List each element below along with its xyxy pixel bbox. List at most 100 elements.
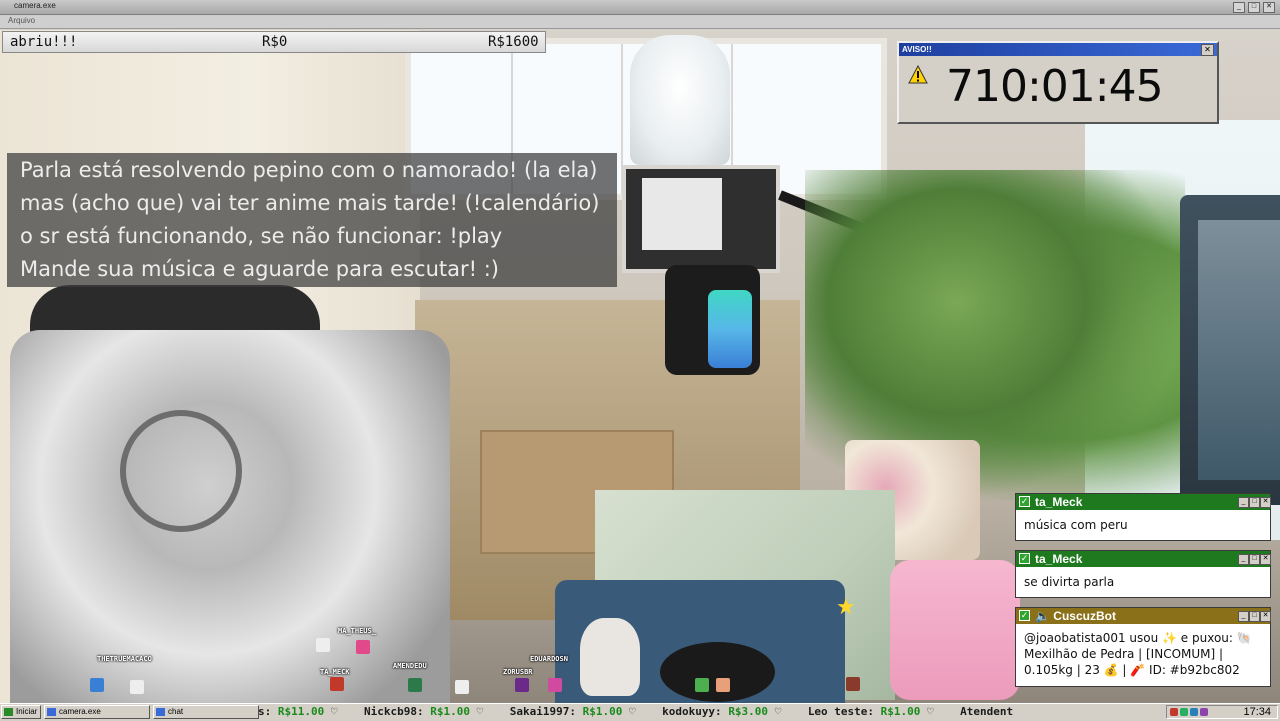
armchair-sun-pattern bbox=[120, 410, 242, 532]
avatar-name: TA_MECK bbox=[320, 668, 350, 676]
start-label: Iniciar bbox=[16, 707, 38, 716]
cat-figure bbox=[580, 618, 640, 696]
taskbar-app-label: chat bbox=[168, 707, 184, 716]
heart-icon: ♡ bbox=[774, 705, 782, 718]
avatar bbox=[330, 677, 344, 691]
chat-minimize-button[interactable]: _ bbox=[1238, 497, 1249, 508]
chat-username: ta_Meck bbox=[1035, 495, 1083, 509]
chat-message-header: ✓ 🔈 CuscuzBot _ □ ✕ bbox=[1016, 608, 1271, 624]
chat-message-header: ✓ ta_Meck _ □ ✕ bbox=[1016, 551, 1271, 567]
app-icon bbox=[156, 708, 165, 716]
chat-message-text: @joaobatista001 usou ✨ e puxou: 🐚 Mexilh… bbox=[1024, 631, 1252, 677]
windows-icon bbox=[4, 708, 13, 716]
avatar bbox=[716, 678, 730, 692]
ticker-item: Atendent bbox=[960, 705, 1014, 718]
chat-maximize-button[interactable]: □ bbox=[1249, 554, 1260, 565]
chat-close-button[interactable]: ✕ bbox=[1260, 554, 1271, 565]
tray-icon[interactable] bbox=[1200, 708, 1208, 716]
mouse bbox=[660, 642, 775, 702]
window-titlebar: camera.exe _ □ ✕ bbox=[0, 0, 1280, 15]
donation-ticker: s: R$11.00 ♡ Nickcb98: R$1.00 ♡ Sakai199… bbox=[258, 705, 1164, 719]
aviso-title: AVISO!! bbox=[902, 45, 932, 54]
app-icon bbox=[47, 708, 56, 716]
tray-icon[interactable] bbox=[1190, 708, 1198, 716]
tv-screen bbox=[642, 178, 722, 250]
clock: 17:34 bbox=[1243, 706, 1271, 718]
microphone-light bbox=[708, 290, 752, 368]
taskbar-app-camera[interactable]: camera.exe bbox=[44, 705, 150, 719]
goal-label: abriu!!! bbox=[10, 34, 78, 50]
taskbar-app-label: camera.exe bbox=[59, 707, 101, 716]
warning-icon bbox=[908, 65, 928, 84]
chat-message-text: música com peru bbox=[1024, 518, 1128, 532]
bot-name: CuscuzBot bbox=[1053, 609, 1116, 623]
stream-notice: Parla está resolvendo pepino com o namor… bbox=[7, 153, 617, 287]
chat-close-button[interactable]: ✕ bbox=[1260, 611, 1271, 622]
countdown-timer: 710:01:45 bbox=[946, 61, 1164, 112]
check-icon: ✓ bbox=[1019, 496, 1030, 507]
chat-maximize-button[interactable]: □ bbox=[1249, 611, 1260, 622]
speaker-icon: 🔈 bbox=[1035, 609, 1054, 623]
monitor-screen bbox=[1198, 220, 1280, 480]
donation-goal-bar: abriu!!! R$0 R$1600 bbox=[2, 31, 546, 53]
pink-bottle bbox=[890, 560, 1020, 700]
menubar: Arquivo bbox=[0, 15, 1280, 29]
ticker-item: Sakai1997: R$1.00 ♡ bbox=[509, 705, 636, 718]
system-tray: 17:34 bbox=[1166, 705, 1278, 719]
window-title: camera.exe bbox=[14, 1, 56, 10]
ticker-item: Nickcb98: R$1.00 ♡ bbox=[363, 705, 484, 718]
chat-minimize-button[interactable]: _ bbox=[1238, 554, 1249, 565]
chat-message-header: ✓ ta_Meck _ □ ✕ bbox=[1016, 494, 1271, 510]
taskbar-app-chat[interactable]: chat bbox=[153, 705, 259, 719]
avatar bbox=[130, 680, 144, 694]
chat-username: 🔈 CuscuzBot bbox=[1035, 609, 1116, 623]
avatar bbox=[408, 678, 422, 692]
notice-line: Mande sua música e aguarde para escutar!… bbox=[20, 257, 500, 281]
notice-line: o sr está funcionando, se não funcionar:… bbox=[20, 224, 503, 248]
notice-line: Parla está resolvendo pepino com o namor… bbox=[20, 158, 598, 182]
avatar bbox=[316, 638, 330, 652]
aviso-titlebar: AVISO!! ✕ bbox=[899, 43, 1217, 56]
check-icon: ✓ bbox=[1019, 610, 1030, 621]
ticker-item: Leo teste: R$1.00 ♡ bbox=[807, 705, 934, 718]
ticker-item: kodokuyy: R$3.00 ♡ bbox=[662, 705, 782, 718]
aviso-close-button[interactable]: ✕ bbox=[1201, 44, 1214, 56]
taskbar: Iniciar camera.exe chat s: R$11.00 ♡ Nic… bbox=[0, 703, 1280, 721]
armchair bbox=[10, 330, 450, 720]
avatar-name: AMENDEDU bbox=[393, 662, 427, 670]
minimize-button[interactable]: _ bbox=[1233, 2, 1245, 13]
chat-message-window: ✓ ta_Meck _ □ ✕ se divirta parla bbox=[1015, 550, 1271, 598]
avatar-name: THETRUEMACACO bbox=[97, 655, 152, 663]
avatar bbox=[455, 680, 469, 694]
avatar bbox=[515, 678, 529, 692]
goal-current: R$0 bbox=[262, 34, 288, 50]
close-button[interactable]: ✕ bbox=[1263, 2, 1275, 13]
ticker-item: s: R$11.00 ♡ bbox=[258, 705, 338, 718]
tray-icon[interactable] bbox=[1180, 708, 1188, 716]
star-icon: ★ bbox=[836, 594, 856, 619]
heart-icon: ♡ bbox=[628, 705, 636, 718]
maximize-button[interactable]: □ bbox=[1248, 2, 1260, 13]
lamp bbox=[630, 35, 730, 165]
chat-maximize-button[interactable]: □ bbox=[1249, 497, 1260, 508]
chat-minimize-button[interactable]: _ bbox=[1238, 611, 1249, 622]
chat-message-text: se divirta parla bbox=[1024, 575, 1115, 589]
chat-close-button[interactable]: ✕ bbox=[1260, 497, 1271, 508]
chat-username: ta_Meck bbox=[1035, 552, 1083, 566]
aviso-window: AVISO!! ✕ 710:01:45 bbox=[897, 41, 1219, 124]
avatar-name: EDUARDOSN bbox=[530, 655, 568, 663]
goal-target: R$1600 bbox=[488, 34, 539, 50]
avatar-name: MA_THEUS_ bbox=[338, 627, 376, 635]
avatar bbox=[846, 677, 860, 691]
notice-line: mas (acho que) vai ter anime mais tarde!… bbox=[20, 191, 600, 215]
avatar bbox=[90, 678, 104, 692]
heart-icon: ♡ bbox=[927, 705, 934, 718]
avatar bbox=[548, 678, 562, 692]
avatar-name: ZORUSBR bbox=[503, 668, 533, 676]
heart-icon: ♡ bbox=[476, 705, 484, 718]
check-icon: ✓ bbox=[1019, 553, 1030, 564]
tray-icon[interactable] bbox=[1170, 708, 1178, 716]
menu-arquivo[interactable]: Arquivo bbox=[8, 16, 35, 25]
start-button[interactable]: Iniciar bbox=[1, 705, 41, 719]
chat-message-window: ✓ ta_Meck _ □ ✕ música com peru bbox=[1015, 493, 1271, 541]
